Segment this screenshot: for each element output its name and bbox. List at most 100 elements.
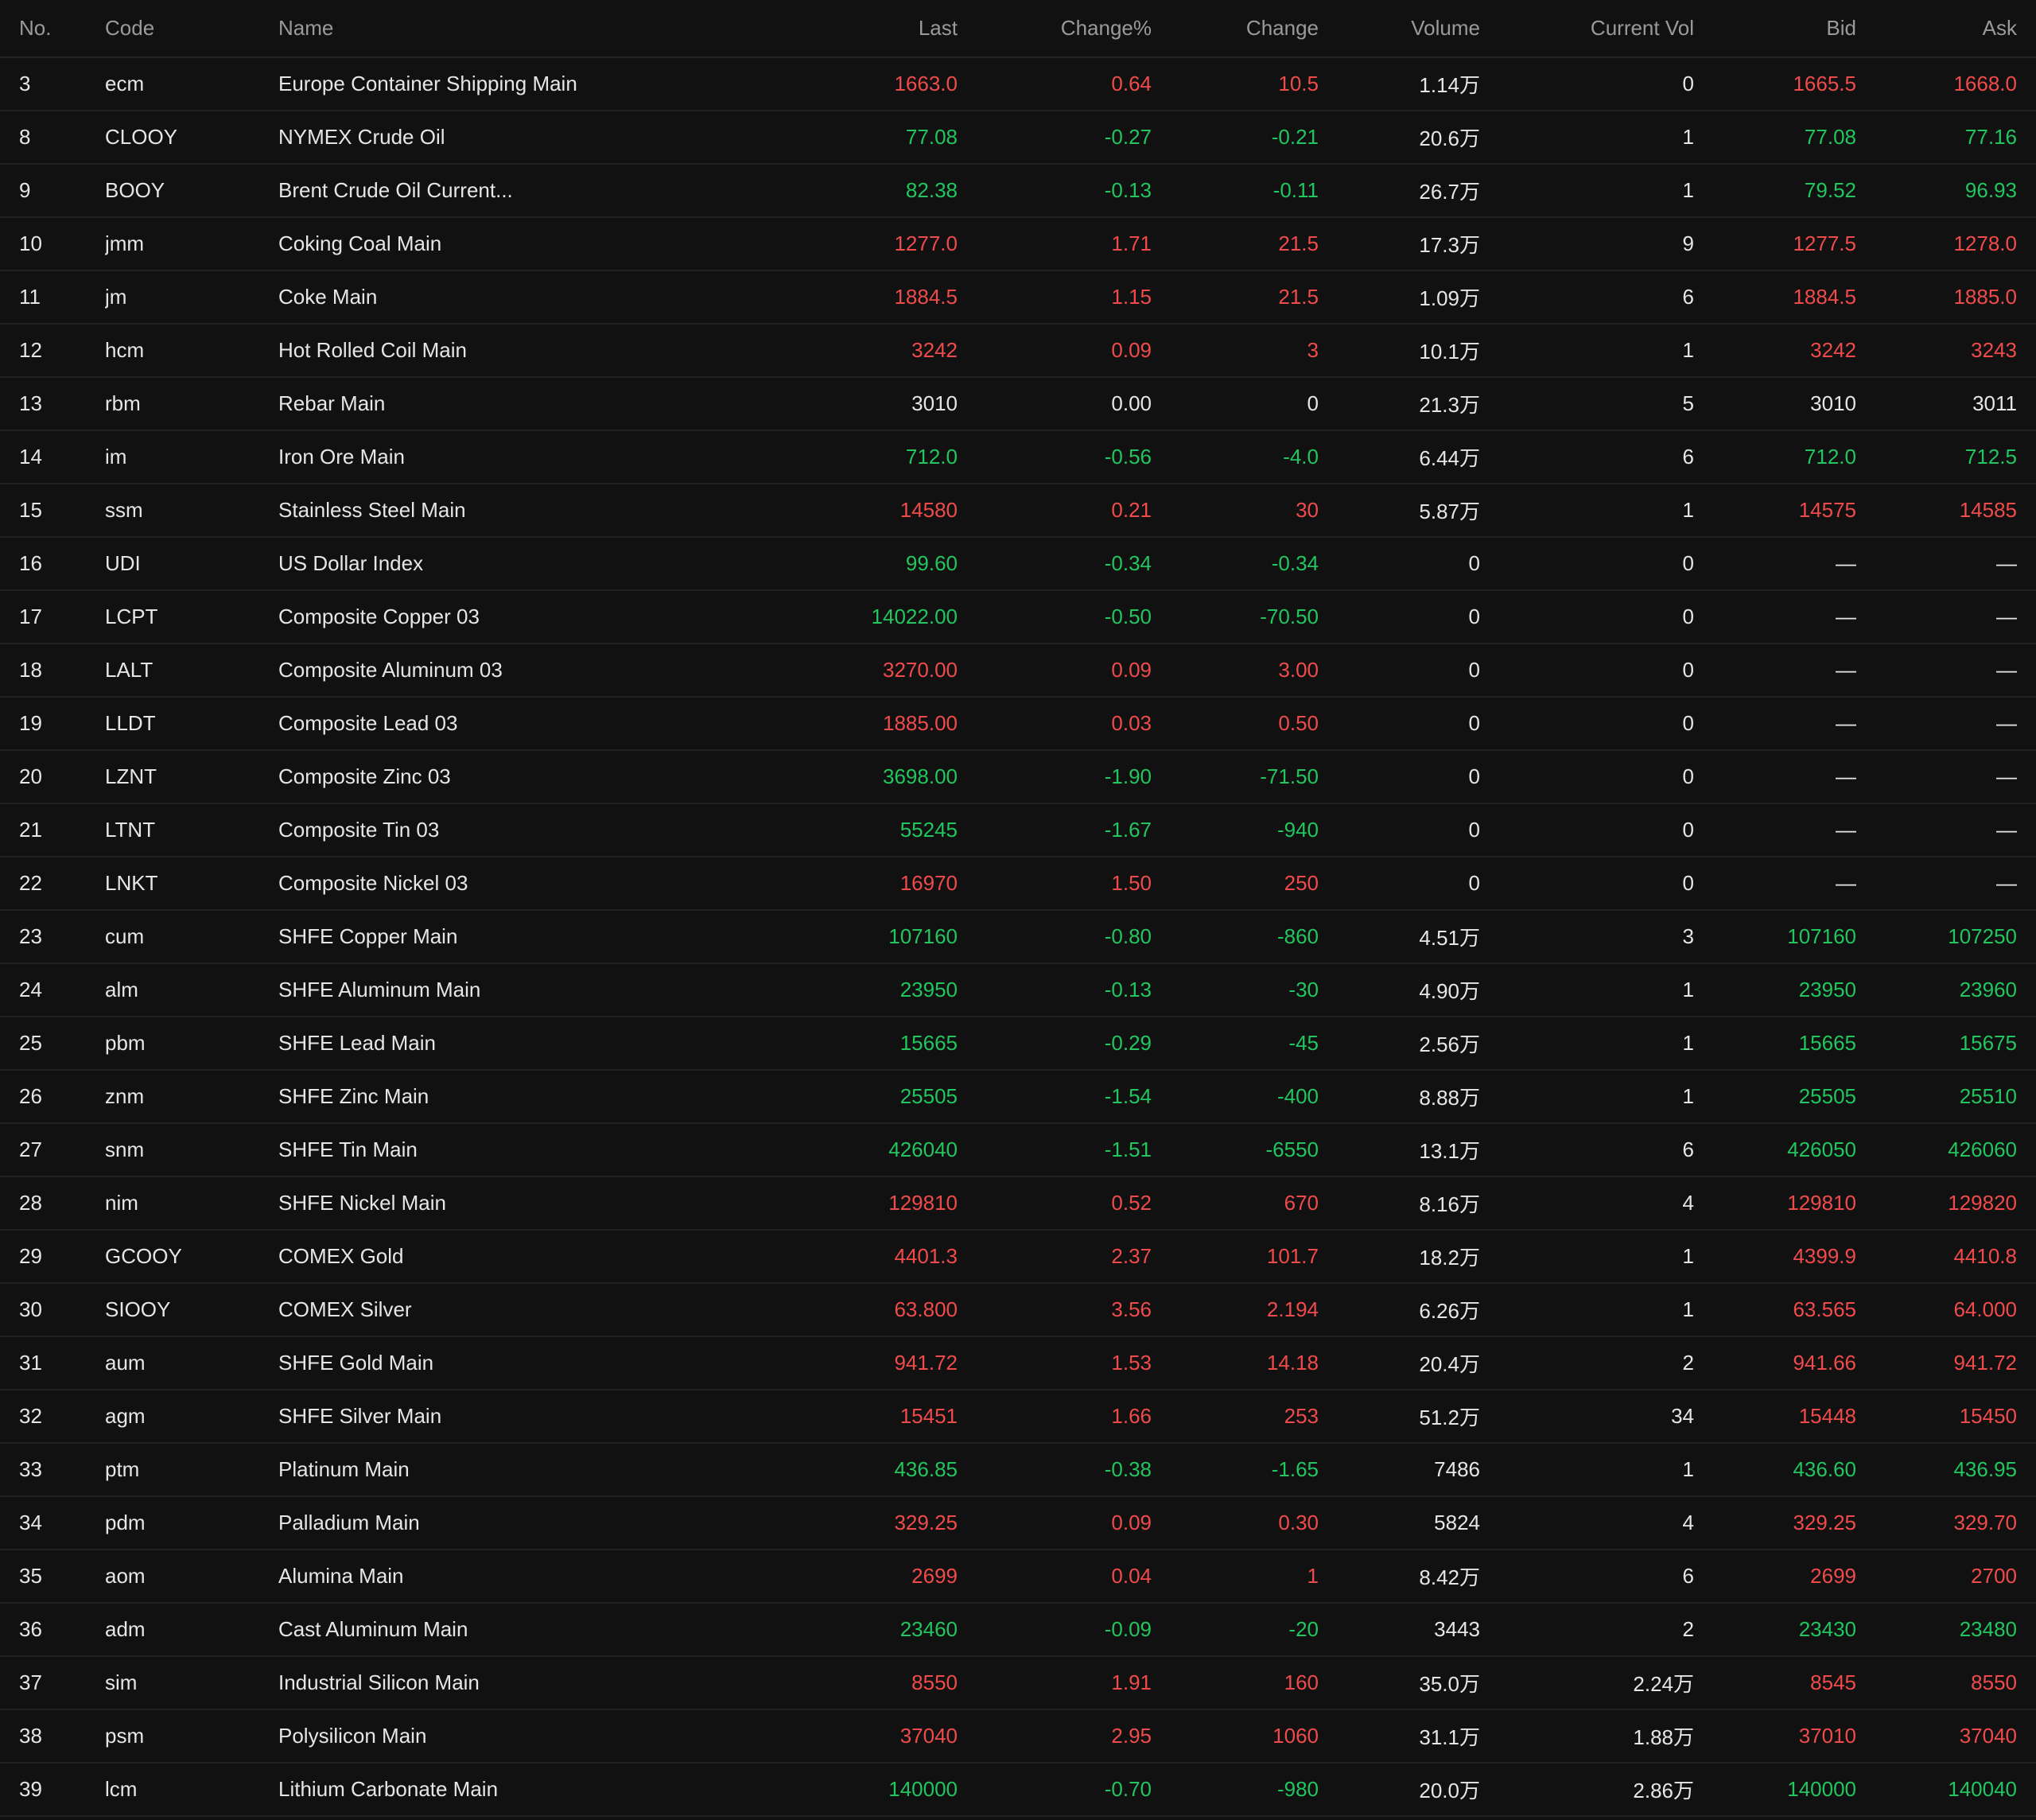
cell-change-pct: 1.53 bbox=[958, 1336, 1152, 1390]
cell-no: 30 bbox=[0, 1283, 105, 1337]
cell-name: Industrial Silicon Main bbox=[278, 1656, 795, 1710]
cell-change: -940 bbox=[1152, 803, 1319, 858]
cell-change-pct: -0.50 bbox=[958, 590, 1152, 644]
column-header-volume[interactable]: Volume bbox=[1319, 0, 1480, 58]
table-row[interactable]: 15 ssm Stainless Steel Main 14580 0.21 30 5.87… bbox=[0, 484, 2036, 538]
table-row[interactable]: 20 LZNT Composite Zinc 03 3698.00 -1.90 -71.5… bbox=[0, 750, 2036, 804]
table-row[interactable]: 30 SIOOY COMEX Silver 63.800 3.56 2.194 6.26万 1… bbox=[0, 1283, 2036, 1337]
table-row[interactable]: 31 aum SHFE Gold Main 941.72 1.53 14.18 20.4万 2… bbox=[0, 1336, 2036, 1390]
cell-last: 107160 bbox=[795, 910, 958, 964]
table-row[interactable]: 25 pbm SHFE Lead Main 15665 -0.29 -45 2.56万 1 15… bbox=[0, 1017, 2036, 1071]
cell-change: 3.00 bbox=[1152, 644, 1319, 698]
table-row[interactable]: 29 GCOOY COMEX Gold 4401.3 2.37 101.7 18.2万 1 43… bbox=[0, 1230, 2036, 1284]
cell-current-vol: 1 bbox=[1480, 1283, 1694, 1337]
cell-change: 250 bbox=[1152, 857, 1319, 911]
table-row[interactable]: 17 LCPT Composite Copper 03 14022.00 -0.50 -7… bbox=[0, 590, 2036, 644]
column-header-last[interactable]: Last bbox=[795, 0, 958, 58]
table-row[interactable]: 8 CLOOY NYMEX Crude Oil 77.08 -0.27 -0.21 20.6… bbox=[0, 111, 2036, 165]
cell-current-vol: 0 bbox=[1480, 57, 1694, 111]
cell-bid: 23950 bbox=[1694, 963, 1856, 1017]
table-row[interactable]: 21 LTNT Composite Tin 03 55245 -1.67 -940 0 0— — bbox=[0, 803, 2036, 858]
table-row[interactable]: 37 sim Industrial Silicon Main 8550 1.91 160 3… bbox=[0, 1656, 2036, 1710]
table-row[interactable]: 12 hcm Hot Rolled Coil Main 3242 0.09 3 10.1万 1… bbox=[0, 324, 2036, 378]
cell-ask: 426060 bbox=[1856, 1123, 2036, 1177]
cell-no: 12 bbox=[0, 324, 105, 378]
cell-no: 9 bbox=[0, 164, 105, 218]
table-row[interactable]: 14 im Iron Ore Main 712.0 -0.56 -4.0 6.44万 6 712… bbox=[0, 430, 2036, 484]
table-row[interactable]: 3 ecm Europe Container Shipping Main 1663.0… bbox=[0, 57, 2036, 111]
cell-code: jmm bbox=[105, 217, 278, 271]
column-header-bid[interactable]: Bid bbox=[1694, 0, 1856, 58]
table-row[interactable]: 11 jm Coke Main 1884.5 1.15 21.5 1.09万 6 1884.5 1… bbox=[0, 270, 2036, 325]
table-row[interactable]: 9 BOOY Brent Crude Oil Current... 82.38 -0.1… bbox=[0, 164, 2036, 218]
cell-code: LLDT bbox=[105, 697, 278, 751]
table-row[interactable]: 26 znm SHFE Zinc Main 25505 -1.54 -400 8.88万 1 2… bbox=[0, 1070, 2036, 1124]
cell-last: 14022.00 bbox=[795, 590, 958, 644]
cell-volume: 31.1万 bbox=[1319, 1709, 1480, 1764]
table-row[interactable]: 22 LNKT Composite Nickel 03 16970 1.50 250 0 0—… bbox=[0, 857, 2036, 911]
table-row[interactable]: 34 pdm Palladium Main 329.25 0.09 0.30 5824 4 32… bbox=[0, 1496, 2036, 1550]
table-row[interactable]: 13 rbm Rebar Main 3010 0.00 0 21.3万 5 3010 3011 bbox=[0, 377, 2036, 431]
table-row[interactable]: 36 adm Cast Aluminum Main 23460 -0.09 -20 3443… bbox=[0, 1603, 2036, 1657]
column-header-current-vol[interactable]: Current Vol bbox=[1480, 0, 1694, 58]
cell-no: 13 bbox=[0, 377, 105, 431]
table-row[interactable]: 19 LLDT Composite Lead 03 1885.00 0.03 0.50 0 0… bbox=[0, 697, 2036, 751]
cell-last: 941.72 bbox=[795, 1336, 958, 1390]
cell-name: SHFE Zinc Main bbox=[278, 1070, 795, 1124]
cell-change-pct: -0.80 bbox=[958, 910, 1152, 964]
cell-code: lcm bbox=[105, 1763, 278, 1817]
cell-ask: 25510 bbox=[1856, 1070, 2036, 1124]
cell-change-pct: 0.21 bbox=[958, 484, 1152, 538]
table-row[interactable]: 32 agm SHFE Silver Main 15451 1.66 253 51.2万 34… bbox=[0, 1390, 2036, 1444]
cell-current-vol: 1 bbox=[1480, 1070, 1694, 1124]
cell-bid: 15665 bbox=[1694, 1017, 1856, 1071]
table-row[interactable]: 27 snm SHFE Tin Main 426040 -1.51 -6550 13.1万 6… bbox=[0, 1123, 2036, 1177]
cell-no: 21 bbox=[0, 803, 105, 858]
table-row[interactable]: 18 LALT Composite Aluminum 03 3270.00 0.09 3.… bbox=[0, 644, 2036, 698]
cell-ask: 23960 bbox=[1856, 963, 2036, 1017]
table-row[interactable]: 33 ptm Platinum Main 436.85 -0.38 -1.65 7486 1 4… bbox=[0, 1443, 2036, 1497]
table-row[interactable]: 38 psm Polysilicon Main 37040 2.95 1060 31.1万 1… bbox=[0, 1709, 2036, 1764]
cell-last: 3698.00 bbox=[795, 750, 958, 804]
cell-last: 1663.0 bbox=[795, 57, 958, 111]
table-row[interactable]: 23 cum SHFE Copper Main 107160 -0.80 -860 4.51… bbox=[0, 910, 2036, 964]
cell-bid: 712.0 bbox=[1694, 430, 1856, 484]
table-row[interactable]: 16 UDI US Dollar Index 99.60 -0.34 -0.34 0 0— — bbox=[0, 537, 2036, 591]
cell-current-vol: 6 bbox=[1480, 430, 1694, 484]
table-row[interactable]: 10 jmm Coking Coal Main 1277.0 1.71 21.5 17.3万… bbox=[0, 217, 2036, 271]
column-header-change-pct[interactable]: Change% bbox=[958, 0, 1152, 58]
table-row[interactable]: 39 lcm Lithium Carbonate Main 140000 -0.70 -9… bbox=[0, 1763, 2036, 1817]
column-header-name[interactable]: Name bbox=[278, 0, 795, 58]
cell-bid: 1277.5 bbox=[1694, 217, 1856, 271]
cell-change: -860 bbox=[1152, 910, 1319, 964]
cell-current-vol: 0 bbox=[1480, 537, 1694, 591]
cell-change-pct: -0.38 bbox=[958, 1443, 1152, 1497]
column-header-change[interactable]: Change bbox=[1152, 0, 1319, 58]
cell-ask: 77.16 bbox=[1856, 111, 2036, 165]
cell-no: 16 bbox=[0, 537, 105, 591]
cell-change-pct: -1.67 bbox=[958, 803, 1152, 858]
column-header-ask[interactable]: Ask bbox=[1856, 0, 2036, 58]
cell-last: 1885.00 bbox=[795, 697, 958, 751]
table-row[interactable]: 24 alm SHFE Aluminum Main 23950 -0.13 -30 4.90… bbox=[0, 963, 2036, 1017]
cell-name: Platinum Main bbox=[278, 1443, 795, 1497]
cell-bid: 37010 bbox=[1694, 1709, 1856, 1764]
cell-code: pbm bbox=[105, 1017, 278, 1071]
cell-name: COMEX Gold bbox=[278, 1230, 795, 1284]
cell-current-vol: 1 bbox=[1480, 1443, 1694, 1497]
table-row[interactable]: 35 aom Alumina Main 2699 0.04 1 8.42万 6 2699 2700 bbox=[0, 1550, 2036, 1604]
cell-no: 22 bbox=[0, 857, 105, 911]
column-header-code[interactable]: Code bbox=[105, 0, 278, 58]
cell-no: 25 bbox=[0, 1017, 105, 1071]
cell-bid: 436.60 bbox=[1694, 1443, 1856, 1497]
cell-bid: 8545 bbox=[1694, 1656, 1856, 1710]
cell-change-pct: 0.00 bbox=[958, 377, 1152, 431]
cell-code: pdm bbox=[105, 1496, 278, 1550]
cell-ask: 107250 bbox=[1856, 910, 2036, 964]
cell-no: 8 bbox=[0, 111, 105, 165]
column-header-no[interactable]: No. bbox=[0, 0, 105, 58]
cell-bid: 4399.9 bbox=[1694, 1230, 1856, 1284]
cell-change-pct: 1.66 bbox=[958, 1390, 1152, 1444]
cell-current-vol: 0 bbox=[1480, 697, 1694, 751]
table-row[interactable]: 28 nim SHFE Nickel Main 129810 0.52 670 8.16万 4… bbox=[0, 1176, 2036, 1231]
